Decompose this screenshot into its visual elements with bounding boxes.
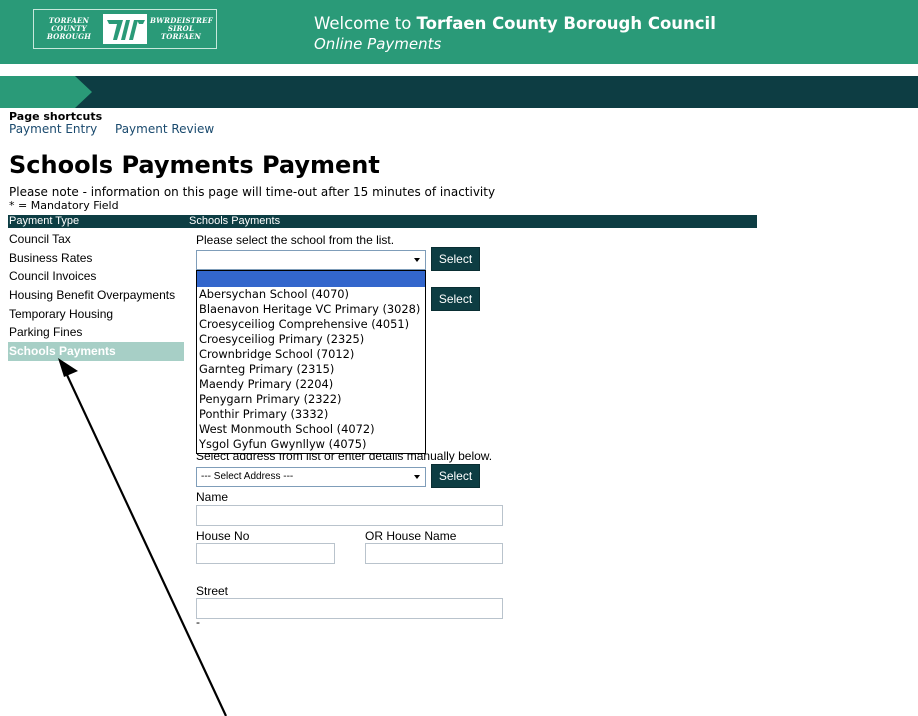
annotation-arrow bbox=[58, 358, 227, 716]
